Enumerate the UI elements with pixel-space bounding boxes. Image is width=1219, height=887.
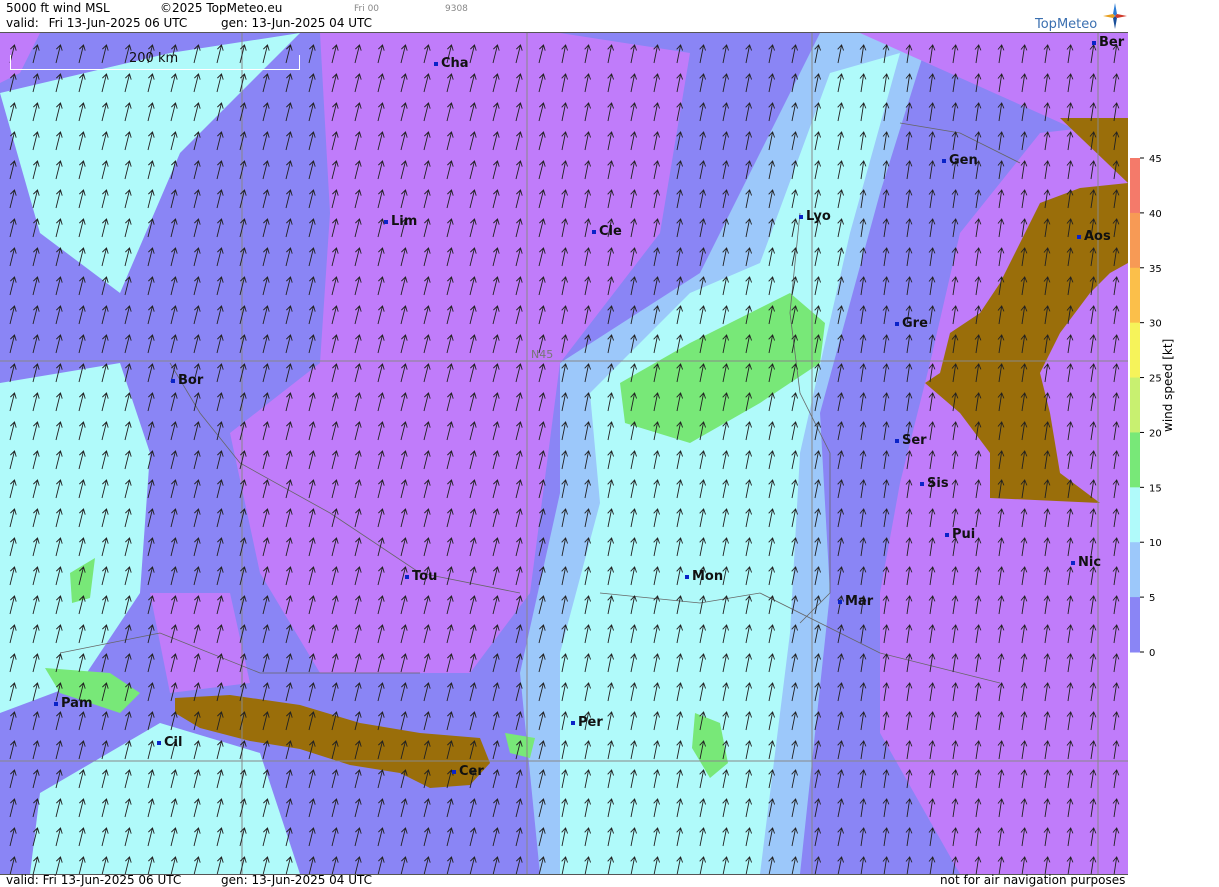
city-label[interactable]: Mar: [838, 594, 873, 609]
city-label[interactable]: Lim: [384, 214, 417, 229]
legend-band: [1130, 597, 1140, 653]
footer-valid: valid: Fri 13-Jun-2025 06 UTC: [6, 873, 182, 887]
city-label[interactable]: Tou: [405, 569, 437, 584]
valid-time: valid: Fri 13-Jun-2025 06 UTC: [6, 16, 187, 30]
legend-band: [1130, 212, 1140, 269]
city-label[interactable]: Gen: [942, 153, 978, 168]
grid-label: N45: [531, 348, 554, 361]
legend-tick-label: 15: [1149, 483, 1162, 494]
city-label[interactable]: Gre: [895, 316, 928, 331]
city-label[interactable]: Aos: [1077, 229, 1111, 244]
legend-band: [1130, 542, 1140, 598]
legend-colorbar: 45 40 35 30 25 20 15 10 5 0: [1130, 154, 1162, 659]
disclaimer: not for air navigation purposes: [940, 873, 1126, 887]
city-label[interactable]: Ser: [895, 433, 927, 448]
legend-tick-label: 20: [1149, 428, 1162, 439]
city-label[interactable]: Cil: [157, 735, 182, 750]
legend-tick-label: 35: [1149, 264, 1162, 275]
legend-band: [1130, 267, 1140, 324]
legend-tick-label: 40: [1149, 209, 1162, 220]
wind-speed-legend: 45 40 35 30 25 20 15 10 5 0 wind speed [kt]: [1129, 32, 1219, 873]
legend-tick-label: 25: [1149, 374, 1162, 385]
city-label[interactable]: Cle: [592, 224, 622, 239]
city-label[interactable]: Pui: [945, 527, 975, 542]
legend-tick-label: 5: [1149, 593, 1155, 604]
gen-time: gen: 13-Jun-2025 04 UTC: [221, 16, 372, 30]
copyright: ©2025 TopMeteo.eu: [160, 1, 283, 15]
scale-bar-label: 200 km: [129, 51, 179, 66]
city-label[interactable]: Ber: [1092, 35, 1124, 50]
legend-tick-label: 0: [1149, 648, 1155, 659]
city-label[interactable]: Pam: [54, 696, 93, 711]
brand-name: TopMeteo: [1035, 17, 1098, 32]
wind-map[interactable]: 200 km N45 Cha Ber Gen Lim Cle Lyo Aos G…: [0, 32, 1128, 875]
legend-tick-label: 10: [1149, 538, 1162, 549]
legend-tick-label: 45: [1149, 154, 1162, 165]
legend-title: wind speed [kt]: [1161, 338, 1175, 432]
city-label[interactable]: Nic: [1071, 555, 1101, 570]
city-label[interactable]: Lyo: [799, 209, 831, 224]
compass-icon: [1103, 3, 1127, 29]
legend-band: [1130, 158, 1140, 214]
legend-band: [1130, 322, 1140, 379]
legend-band: [1130, 487, 1140, 543]
run-code: 9308: [445, 4, 468, 14]
legend-band: [1130, 377, 1140, 433]
valid-label: valid:: [6, 16, 39, 30]
city-label[interactable]: Per: [571, 715, 603, 730]
city-label[interactable]: Sis: [920, 476, 949, 491]
city-label[interactable]: Cer: [452, 764, 484, 779]
legend-band: [1130, 432, 1140, 488]
scale-bar: 200 km: [10, 51, 300, 70]
gen-label: gen:: [221, 16, 248, 30]
city-label[interactable]: Mon: [685, 569, 723, 584]
valid-value: Fri 13-Jun-2025 06 UTC: [48, 16, 188, 30]
city-label[interactable]: Cha: [434, 56, 469, 71]
city-label[interactable]: Bor: [171, 373, 203, 388]
run-label: Fri 00: [354, 4, 380, 14]
footer-gen: gen: 13-Jun-2025 04 UTC: [221, 873, 373, 887]
legend-tick-label: 30: [1149, 319, 1162, 330]
gen-value: 13-Jun-2025 04 UTC: [251, 16, 373, 30]
map-title: 5000 ft wind MSL: [6, 1, 110, 15]
topmeteo-logo: TopMeteo: [1034, 3, 1129, 32]
